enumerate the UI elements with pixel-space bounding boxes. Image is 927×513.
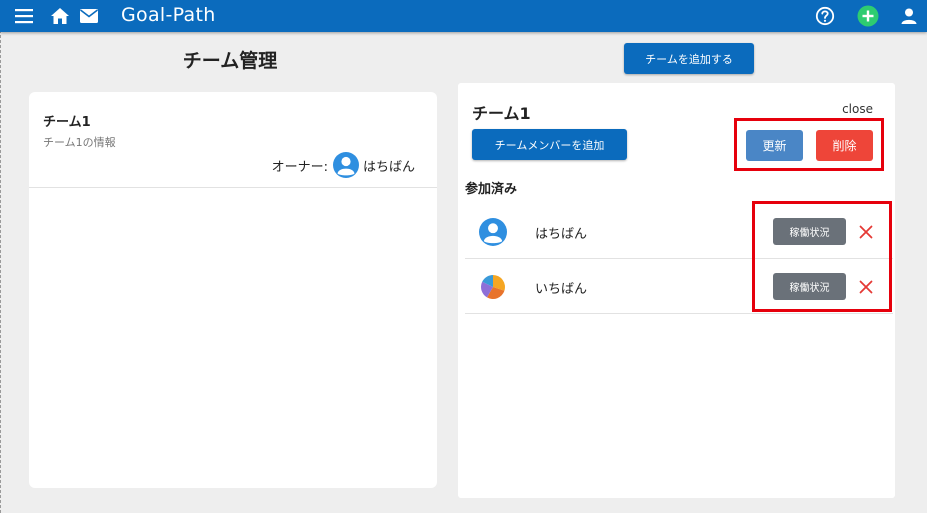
team-description: チーム1の情報 xyxy=(43,136,116,149)
user-avatar-icon xyxy=(332,152,359,178)
menu-icon[interactable] xyxy=(13,0,35,32)
member-row: はちばん 稼働状況 xyxy=(465,204,893,259)
owner-name: はちばん xyxy=(362,159,415,175)
app-title[interactable]: Goal-Path xyxy=(121,0,216,32)
member-name: はちばん xyxy=(535,227,588,242)
add-team-button[interactable]: チームを追加する xyxy=(624,43,754,74)
close-link[interactable]: close xyxy=(842,102,873,116)
add-circle-icon[interactable] xyxy=(856,0,880,32)
help-icon[interactable] xyxy=(814,0,836,32)
home-icon[interactable] xyxy=(49,0,71,32)
work-status-button[interactable]: 稼働状況 xyxy=(773,218,846,245)
team-list-card: チーム1 チーム1の情報 オーナー: はちばん xyxy=(29,92,437,488)
remove-member-icon[interactable] xyxy=(855,218,877,245)
mail-icon[interactable] xyxy=(78,0,100,32)
work-status-button[interactable]: 稼働状況 xyxy=(773,273,846,300)
user-avatar-icon xyxy=(479,218,507,246)
member-name: いちばん xyxy=(535,282,588,297)
team-detail-panel: チーム1 close チームメンバーを追加 更新 削除 参加済み はちばん 稼働… xyxy=(458,83,895,498)
owner-label: オーナー: xyxy=(271,159,328,175)
team-owner: オーナー: はちばん xyxy=(272,151,415,179)
top-app-bar: Goal-Path xyxy=(0,0,927,32)
update-button[interactable]: 更新 xyxy=(746,130,803,161)
detail-title: チーム1 xyxy=(472,104,531,123)
page-left-border xyxy=(0,0,2,513)
remove-member-icon[interactable] xyxy=(855,273,877,300)
account-icon[interactable] xyxy=(898,0,920,32)
delete-button[interactable]: 削除 xyxy=(816,130,873,161)
pie-avatar-icon xyxy=(479,273,507,301)
member-row: いちばん 稼働状況 xyxy=(465,259,893,314)
team-list-item[interactable]: チーム1 チーム1の情報 オーナー: はちばん xyxy=(29,92,437,188)
page-title: チーム管理 xyxy=(182,50,278,72)
add-member-button[interactable]: チームメンバーを追加 xyxy=(472,129,627,160)
team-name: チーム1 xyxy=(43,115,91,130)
joined-section-label: 参加済み xyxy=(465,182,518,197)
